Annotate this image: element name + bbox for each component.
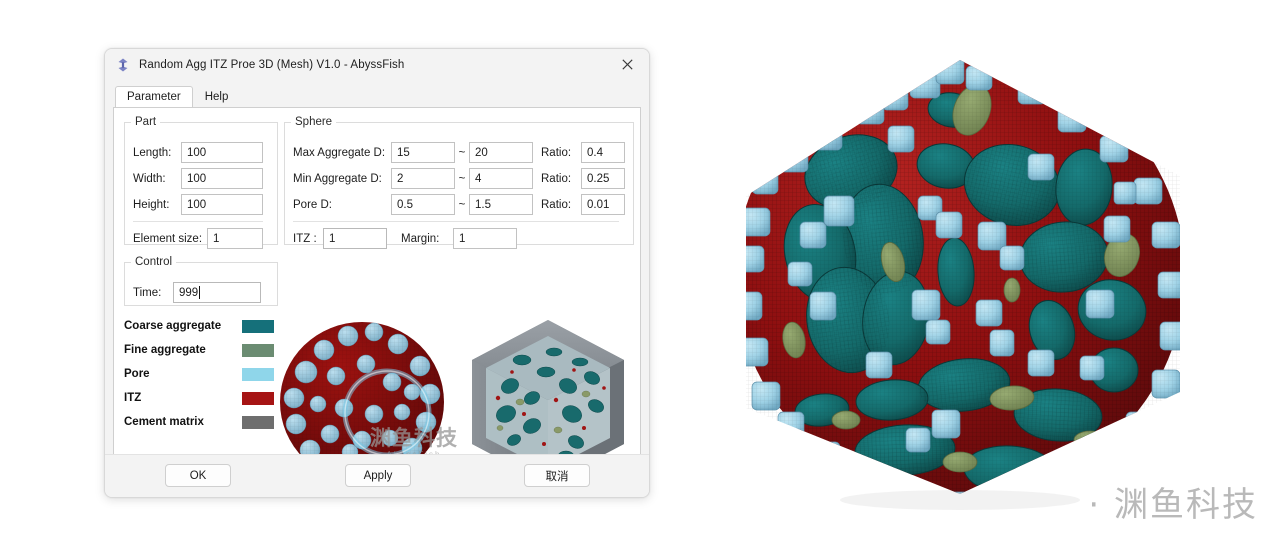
random-aggregate-itz-3d-model [746,60,1180,510]
itz-margin-row: ITZ : 1 Margin: 1 [293,228,517,249]
dialog-title: Random Agg ITZ Proe 3D (Mesh) V1.0 - Aby… [139,58,405,71]
ok-button[interactable]: OK [165,464,231,487]
control-group-legend: Control [135,256,173,268]
min-aggregate-ratio-input[interactable]: 0.25 [581,168,625,189]
legend-item-coarse-aggregate: Coarse aggregate [124,316,276,336]
pore-d-tilde: ~ [458,198,466,211]
model-body [746,60,1180,494]
max-aggregate-label: Max Aggregate D: [293,146,386,159]
brand-ring-logo [342,368,432,458]
screen-root: · 渊鱼科技 Random Agg ITZ Proe 3D (Mesh) V1.… [0,0,1276,544]
max-aggregate-max-input[interactable]: 20 [469,142,533,163]
itz-label: ITZ : [293,232,317,245]
legend-item-fine-aggregate: Fine aggregate [124,340,276,360]
element-size-label: Element size: [133,232,203,245]
sphere-group-legend: Sphere [295,116,333,128]
dialog-titlebar[interactable]: Random Agg ITZ Proe 3D (Mesh) V1.0 - Aby… [105,49,649,80]
min-aggregate-max-input[interactable]: 4 [469,168,533,189]
text-caret [199,286,201,299]
legend-swatch-cement-matrix [242,415,276,429]
close-icon[interactable] [605,49,649,80]
part-divider [133,221,263,222]
min-aggregate-tilde: ~ [458,172,466,185]
parameter-panel: Part Length: 100 Width: 100 Height: 100 … [113,107,641,492]
length-row: Length: 100 [133,142,263,163]
legend-swatch-pore [242,367,276,381]
height-input[interactable]: 100 [181,194,263,215]
max-aggregate-tilde: ~ [458,146,466,159]
element-size-input[interactable]: 1 [207,228,263,249]
height-row: Height: 100 [133,194,263,215]
pore-d-row: Pore D: 0.5 ~ 1.5 Ratio: 0.01 [293,194,625,215]
legend-swatch-itz [242,391,276,405]
max-aggregate-row: Max Aggregate D: 15 ~ 20 Ratio: 0.4 [293,142,625,163]
time-input[interactable]: 999 [173,282,261,303]
tab-parameter[interactable]: Parameter [115,86,193,108]
legend-item-itz: ITZ [124,388,276,408]
time-label: Time: [133,286,162,299]
width-input[interactable]: 100 [181,168,263,189]
sphere-group: Sphere Max Aggregate D: 15 ~ 20 Ratio: 0… [284,116,634,249]
legend-label: Cement matrix [124,416,204,428]
legend-label: Pore [124,368,150,380]
part-group: Part Length: 100 Width: 100 Height: 100 … [124,116,278,249]
length-input[interactable]: 100 [181,142,263,163]
pore-d-max-input[interactable]: 1.5 [469,194,533,215]
time-row: Time: 999 [133,282,261,303]
min-aggregate-row: Min Aggregate D: 2 ~ 4 Ratio: 0.25 [293,168,625,189]
width-label: Width: [133,172,166,185]
max-aggregate-ratio-label: Ratio: [541,146,572,159]
model-viewport[interactable]: · 渊鱼科技 [660,0,1276,544]
height-label: Height: [133,198,170,211]
part-group-legend: Part [135,116,157,128]
width-row: Width: 100 [133,168,263,189]
control-group: Control Time: 999 [124,256,278,306]
legend-label: Fine aggregate [124,344,206,356]
cancel-button[interactable]: 取消 [524,464,590,487]
pore-d-label: Pore D: [293,198,332,211]
min-aggregate-min-input[interactable]: 2 [391,168,455,189]
itz-input[interactable]: 1 [323,228,387,249]
max-aggregate-min-input[interactable]: 15 [391,142,455,163]
pore-d-min-input[interactable]: 0.5 [391,194,455,215]
time-input-value: 999 [179,286,199,299]
min-aggregate-label: Min Aggregate D: [293,172,382,185]
margin-input[interactable]: 1 [453,228,517,249]
legend-swatch-coarse-aggregate [242,319,276,333]
app-diamond-icon [118,58,128,71]
material-legend: Coarse aggregate Fine aggregate Pore ITZ… [124,316,276,436]
min-aggregate-ratio-label: Ratio: [541,172,572,185]
element-size-row: Element size: 1 [133,228,263,249]
sphere-divider [293,221,619,222]
legend-swatch-fine-aggregate [242,343,276,357]
legend-label: Coarse aggregate [124,320,222,332]
max-aggregate-ratio-input[interactable]: 0.4 [581,142,625,163]
model-shadow [840,490,1080,510]
dialog-buttonbar: OK Apply 取消 [105,454,649,497]
apply-button[interactable]: Apply [345,464,411,487]
margin-label: Margin: [401,232,440,245]
pore-voxel-texture [746,60,1180,494]
tab-help[interactable]: Help [193,86,241,108]
pore-d-ratio-label: Ratio: [541,198,572,211]
legend-item-pore: Pore [124,364,276,384]
legend-label: ITZ [124,392,142,404]
legend-item-cement-matrix: Cement matrix [124,412,276,432]
pore-d-ratio-input[interactable]: 0.01 [581,194,625,215]
length-label: Length: [133,146,172,159]
tabstrip[interactable]: Parameter Help [115,83,649,108]
parameter-dialog[interactable]: Random Agg ITZ Proe 3D (Mesh) V1.0 - Aby… [104,48,650,498]
